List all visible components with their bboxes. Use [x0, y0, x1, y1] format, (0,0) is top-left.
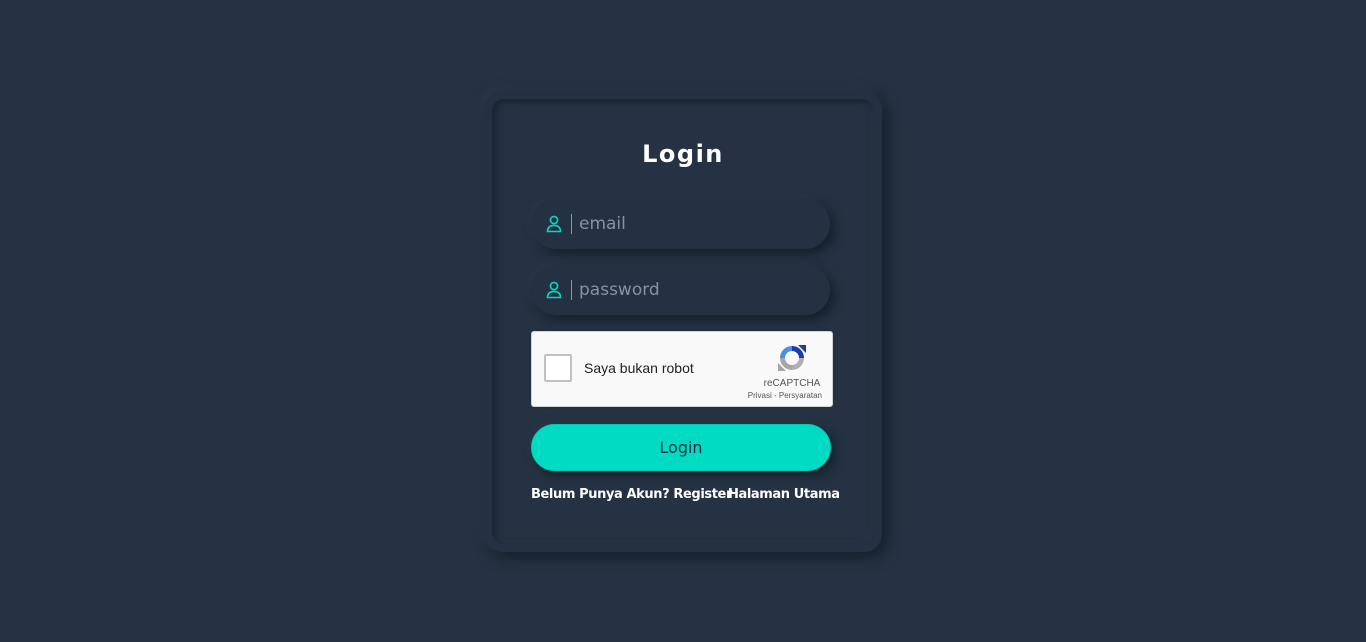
- register-link[interactable]: Belum Punya Akun? Register: [531, 487, 732, 502]
- home-link[interactable]: Halaman Utama: [728, 487, 840, 502]
- user-icon: [546, 281, 562, 299]
- recaptcha-brand: reCAPTCHA: [763, 378, 821, 389]
- login-button[interactable]: Login: [531, 424, 831, 471]
- links-separator: -: [771, 391, 779, 400]
- user-icon: [546, 215, 562, 233]
- email-field-wrapper: [531, 199, 830, 249]
- email-input[interactable]: [579, 199, 819, 249]
- terms-link[interactable]: Persyaratan: [779, 391, 822, 400]
- privacy-link[interactable]: Privasi: [748, 391, 772, 400]
- recaptcha-widget: Saya bukan robot reCAPTCHA Privasi - Per…: [531, 331, 833, 407]
- page-title: Login: [642, 140, 724, 168]
- captcha-label: Saya bukan robot: [584, 360, 694, 376]
- captcha-checkbox[interactable]: [544, 354, 572, 382]
- input-divider: [571, 280, 572, 300]
- input-divider: [571, 214, 572, 234]
- password-input[interactable]: [579, 265, 819, 315]
- recaptcha-links: Privasi - Persyaratan: [748, 391, 822, 400]
- password-field-wrapper: [531, 265, 830, 315]
- recaptcha-logo-icon: [778, 345, 806, 371]
